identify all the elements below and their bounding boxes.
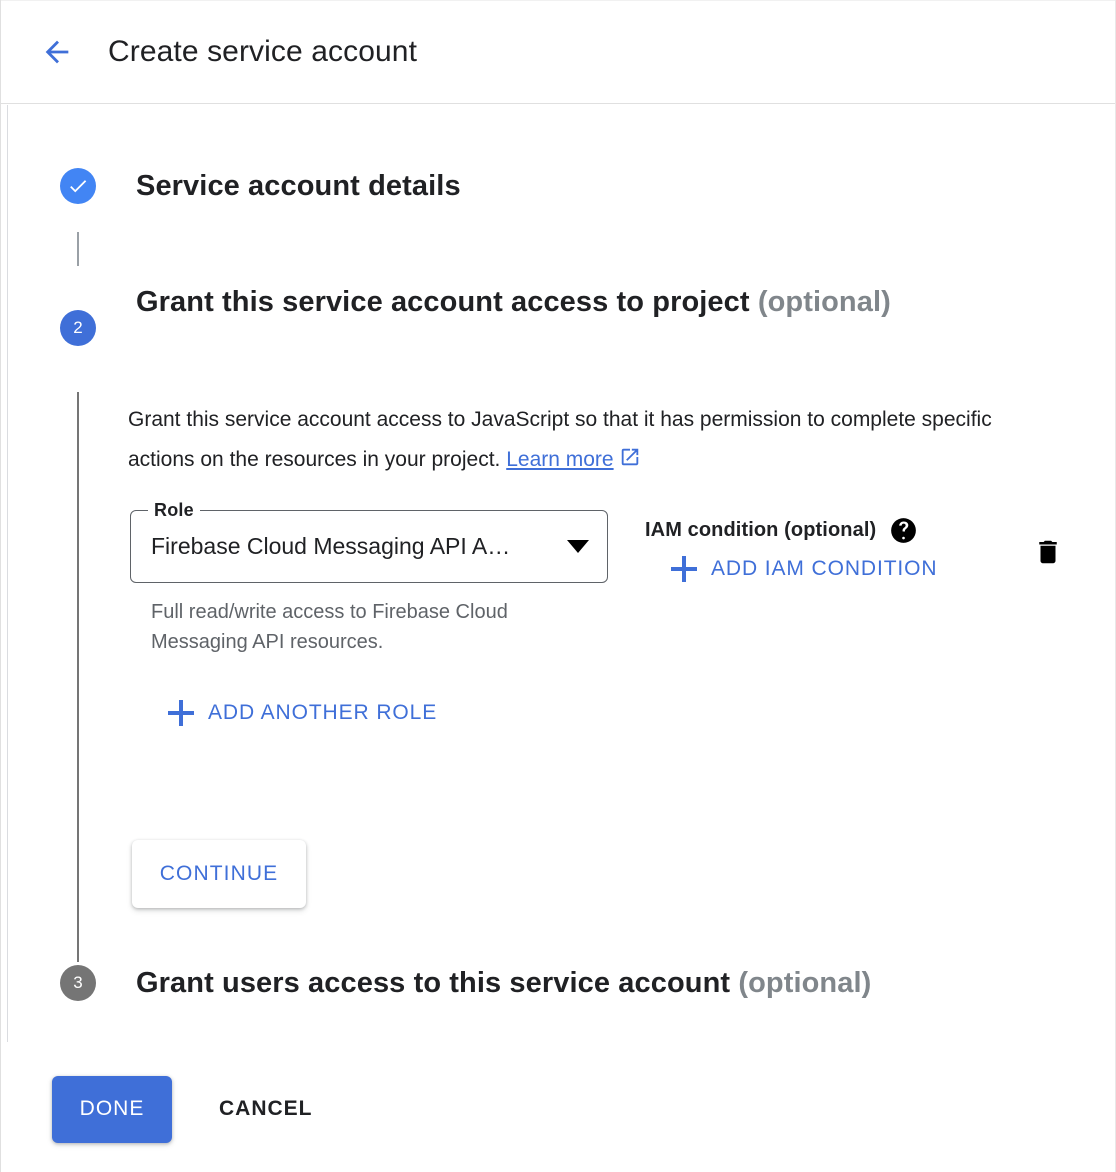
step-2-title: Grant this service account access to pro… xyxy=(136,275,891,330)
page-header: Create service account xyxy=(1,0,1115,104)
role-helper-text: Full read/write access to Firebase Cloud… xyxy=(151,597,521,657)
role-field-label: Role xyxy=(148,498,200,522)
plus-icon xyxy=(168,700,194,726)
step-service-account-details[interactable]: Service account details xyxy=(60,168,461,204)
add-iam-condition-label: ADD IAM CONDITION xyxy=(711,557,937,581)
learn-more-label: Learn more xyxy=(506,448,613,471)
done-button[interactable]: DONE xyxy=(52,1076,172,1143)
add-another-role-button[interactable]: ADD ANOTHER ROLE xyxy=(168,700,437,726)
step-2-number-badge: 2 xyxy=(60,310,96,346)
step-connector-2 xyxy=(77,392,79,962)
step-3-title-text: Grant users access to this service accou… xyxy=(136,967,730,999)
trash-icon[interactable] xyxy=(1028,532,1068,572)
create-service-account-page: Create service account Service account d… xyxy=(0,0,1116,1172)
step-2-optional-label: (optional) xyxy=(758,286,891,318)
page-title: Create service account xyxy=(108,37,417,67)
left-inner-border xyxy=(7,105,8,1042)
step-3-number-badge: 3 xyxy=(60,965,96,1001)
stepper-content: Service account details 2 Grant this ser… xyxy=(7,105,1115,1172)
iam-condition-column: IAM condition (optional) ADD IAM CONDITI… xyxy=(645,516,1005,587)
step-3-title: Grant users access to this service accou… xyxy=(136,965,871,1001)
open-in-new-icon xyxy=(619,446,641,468)
step-2-title-text: Grant this service account access to pro… xyxy=(136,286,750,318)
footer-action-bar: DONE CANCEL xyxy=(7,1046,1115,1172)
role-select-value: Firebase Cloud Messaging API A… xyxy=(151,533,555,560)
cancel-button[interactable]: CANCEL xyxy=(211,1083,321,1135)
step-2-description: Grant this service account access to Jav… xyxy=(128,400,1008,480)
role-select[interactable]: Role Firebase Cloud Messaging API A… xyxy=(130,510,608,583)
role-assignment-row: Role Firebase Cloud Messaging API A… Ful… xyxy=(128,510,1028,690)
left-outer-border xyxy=(0,0,1,1172)
add-another-role-label: ADD ANOTHER ROLE xyxy=(208,701,437,725)
step-2-marker-wrap: 2 xyxy=(60,275,96,346)
learn-more-link[interactable]: Learn more xyxy=(506,448,613,471)
continue-button[interactable]: CONTINUE xyxy=(132,840,306,908)
iam-condition-label-text: IAM condition (optional) xyxy=(645,516,876,544)
step-connector-1 xyxy=(77,232,79,266)
step-grant-project-access: 2 Grant this service account access to p… xyxy=(60,275,891,346)
plus-icon xyxy=(671,556,697,582)
step-2-body: Grant this service account access to Jav… xyxy=(128,400,1028,690)
role-select-wrap: Role Firebase Cloud Messaging API A… Ful… xyxy=(130,510,608,657)
step-3-optional-label: (optional) xyxy=(738,967,871,999)
iam-condition-label: IAM condition (optional) xyxy=(645,516,1005,544)
add-iam-condition-button[interactable]: ADD IAM CONDITION xyxy=(671,556,937,582)
step-1-title: Service account details xyxy=(136,168,461,204)
chevron-down-icon xyxy=(567,540,589,553)
back-arrow-icon[interactable] xyxy=(33,28,81,76)
step-grant-users-access[interactable]: 3 Grant users access to this service acc… xyxy=(60,965,871,1001)
step-1-check-icon xyxy=(60,168,96,204)
help-icon[interactable] xyxy=(890,517,917,544)
